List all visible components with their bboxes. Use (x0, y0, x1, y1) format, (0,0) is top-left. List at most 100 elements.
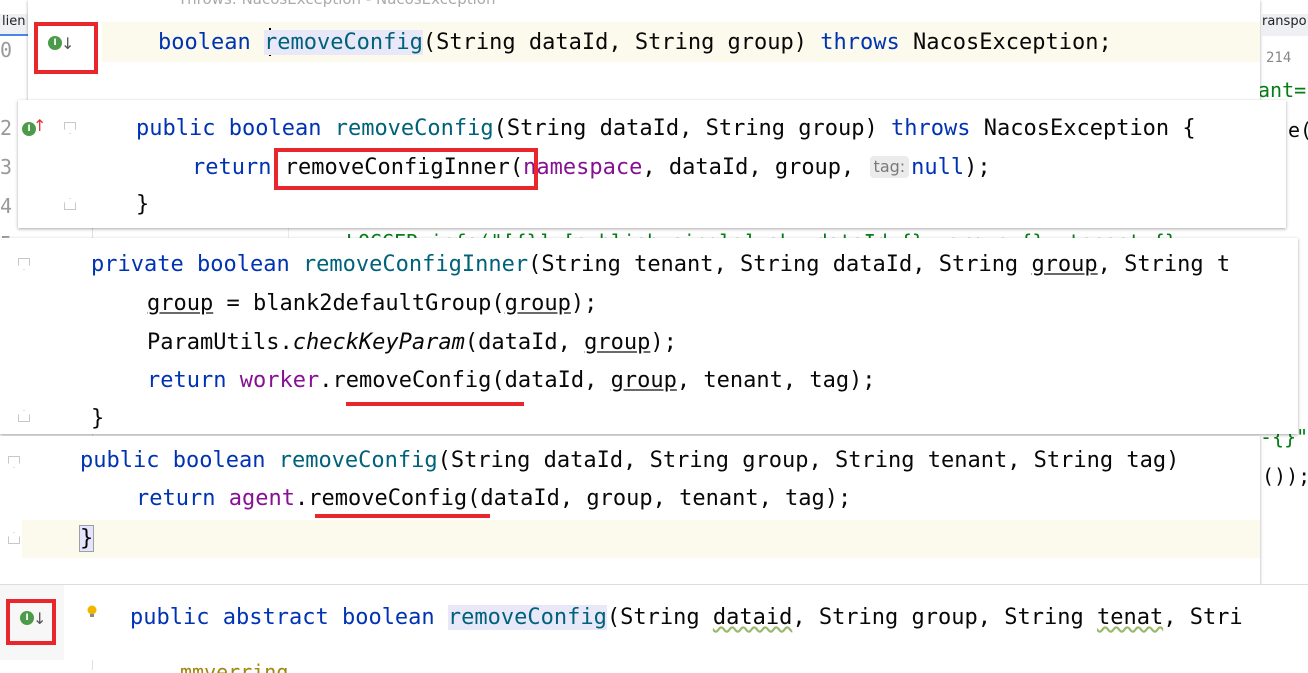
param: group (1031, 252, 1098, 277)
params: (String dataId, String group) (422, 30, 821, 55)
code-snippet: ant= (1258, 78, 1307, 102)
fold-icon[interactable] (64, 198, 76, 210)
field-ref: agent (228, 486, 295, 511)
red-highlight-box (6, 599, 56, 645)
closing-brace: } (78, 524, 95, 554)
keyword: private (91, 252, 184, 277)
params: , String group, String (792, 605, 1097, 630)
keyword: boolean (341, 605, 435, 630)
fold-icon[interactable] (64, 122, 76, 134)
fold-icon[interactable] (18, 258, 30, 270)
code-snippet: ()); (1262, 464, 1308, 488)
fold-icon[interactable] (8, 532, 20, 544)
method-name[interactable]: removeConfig (447, 605, 607, 630)
current-line-highlight (22, 520, 1260, 558)
keyword: return (147, 368, 227, 393)
method-name[interactable]: removeConfig (335, 116, 494, 141)
fold-icon[interactable] (8, 456, 20, 468)
keyword: public (80, 448, 160, 473)
popup-abstract-declaration: I ↓ public abstract boolean removeConfig… (0, 584, 1308, 660)
code-line: public boolean removeConfig(String dataI… (80, 446, 1179, 476)
params: , Stri (1163, 605, 1243, 630)
closing-brace: } (136, 192, 150, 217)
param: group (147, 291, 214, 316)
fold-icon[interactable] (18, 410, 30, 422)
close: ); (570, 291, 598, 316)
class-ref: ParamUtils. (147, 330, 293, 355)
keyword: boolean (172, 448, 266, 473)
keyword: null (911, 155, 965, 180)
param-typo: tenat (1096, 605, 1164, 630)
method-name[interactable]: removeConfig (279, 448, 438, 473)
close: ); (964, 155, 991, 180)
line-number: 3 (0, 155, 13, 179)
closing-brace: } (91, 406, 105, 431)
exception: NacosException; (899, 30, 1112, 55)
method-call[interactable]: removeConfig (332, 368, 491, 393)
method-call[interactable]: removeConfig (308, 486, 467, 511)
param: group (504, 291, 571, 316)
code-snippet: mmverring (180, 660, 289, 673)
line-number: 4 (0, 194, 13, 218)
close: , tenant, tag); (676, 368, 876, 393)
param-typo: dataid (712, 605, 793, 630)
keyword: abstract (222, 605, 329, 630)
expr: = blank2defaultGroup( (213, 291, 505, 316)
popup-worker-impl: public boolean removeConfig(String dataI… (0, 436, 1260, 584)
args: (dataId, group, tenant, tag); (467, 486, 852, 511)
keyword: boolean (196, 252, 290, 277)
popup-interface-declaration: Throws: NacosException - NacosException … (28, 0, 1260, 100)
code-line: return agent.removeConfig(dataId, group,… (136, 484, 851, 514)
keyword: return (192, 155, 272, 180)
params: (String tenant, String dataId, String (528, 252, 1032, 277)
line-number: 0 (0, 38, 13, 62)
code-line: group = blank2defaultGroup(group); (147, 289, 597, 319)
method-name[interactable]: removeConfigInner (303, 252, 528, 277)
code-snippet: e( (1288, 118, 1308, 142)
editor-tab-left[interactable]: lien (0, 14, 28, 36)
red-underline (346, 402, 524, 406)
keyword: public (136, 116, 216, 141)
code-line: ParamUtils.checkKeyParam(dataId, group); (147, 328, 677, 358)
code-line: public boolean removeConfig(String dataI… (136, 114, 1196, 144)
red-highlight-box (34, 22, 98, 74)
line-number: 2 (0, 116, 13, 140)
field-ref: worker (239, 368, 320, 393)
param-hint: tag: (869, 156, 910, 178)
code-line: return worker.removeConfig(dataId, group… (147, 366, 876, 396)
args: , dataId, group, (642, 155, 868, 180)
popup-default-impl: I ↑ public boolean removeConfig(String d… (18, 100, 1286, 228)
keyword-throws: throws (820, 30, 900, 55)
popup-inner-impl: private boolean removeConfigInner(String… (0, 238, 1298, 434)
editor-tab-right[interactable]: ranspo (1262, 14, 1308, 36)
red-underline (315, 514, 490, 518)
params: (String dataId, String group, String ten… (437, 448, 1180, 473)
param: group (610, 368, 677, 393)
params: , String t (1097, 252, 1231, 277)
field-ref: namespace (523, 155, 643, 180)
brace-match: } (78, 525, 95, 552)
keyword-throws: throws (891, 116, 971, 141)
right-counter: 214 (1266, 50, 1292, 66)
static-method[interactable]: checkKeyParam (293, 330, 465, 355)
code-line: private boolean removeConfigInner(String… (91, 250, 1230, 280)
code-line: boolean removeConfig(String dataId, Stri… (158, 28, 1112, 58)
keyword: public (130, 605, 210, 630)
method-name[interactable]: removeConfig (263, 30, 423, 55)
close: ); (650, 330, 677, 355)
keyword: boolean (228, 116, 322, 141)
keyword: return (136, 486, 216, 511)
javadoc-faded-text: Throws: NacosException - NacosException (178, 0, 495, 8)
red-highlight-box (274, 148, 538, 190)
dot: . (319, 368, 333, 393)
arrow-up-icon[interactable]: ↑ (33, 116, 46, 135)
param: group (584, 330, 651, 355)
lightbulb-icon[interactable] (86, 605, 98, 619)
params: (String (606, 605, 713, 630)
params: (String dataId, String group) (493, 116, 892, 141)
exception: NacosException { (970, 116, 1196, 141)
dot: . (294, 486, 309, 511)
keyword: boolean (158, 30, 251, 55)
args: (dataId, (464, 330, 585, 355)
code-line: public abstract boolean removeConfig(Str… (130, 603, 1243, 633)
